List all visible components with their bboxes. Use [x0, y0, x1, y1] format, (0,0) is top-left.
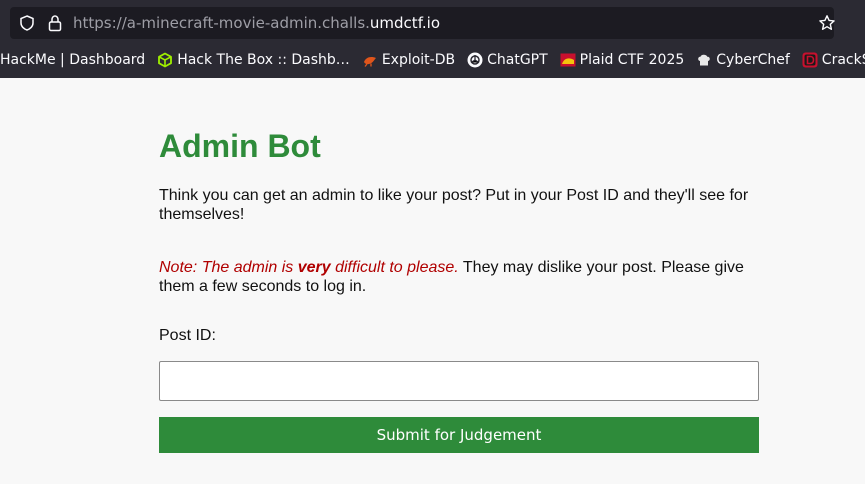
bookmark-label: CyberChef — [716, 52, 790, 68]
url-text[interactable]: https://a-minecraft-movie-admin.challs.u… — [73, 14, 440, 32]
bookmark-label: Plaid CTF 2025 — [579, 52, 685, 68]
url-prefix: https://a-minecraft-movie-admin.challs. — [73, 14, 370, 32]
bookmark-hackthebox[interactable]: Hack The Box :: Dashb… — [157, 52, 350, 68]
bookmark-cyberchef[interactable]: CyberChef — [696, 52, 790, 68]
crackstation-icon — [802, 52, 818, 68]
page-content: Admin Bot Think you can get an admin to … — [0, 78, 865, 484]
bookmark-plaid-ctf[interactable]: Plaid CTF 2025 — [560, 52, 685, 68]
bookmark-crackstation[interactable]: CrackStation — [802, 52, 865, 68]
note-emphasis: very — [297, 259, 331, 276]
post-id-input[interactable] — [159, 361, 759, 401]
chatgpt-icon — [467, 52, 483, 68]
bookmark-hackme[interactable]: HackMe | Dashboard — [0, 52, 145, 68]
url-bar[interactable]: https://a-minecraft-movie-admin.challs.u… — [10, 7, 836, 39]
bookmarks-bar: HackMe | Dashboard Hack The Box :: Dashb… — [0, 48, 865, 72]
cyberchef-icon — [698, 54, 711, 66]
note-prefix: Note: The admin is — [159, 259, 298, 276]
bookmark-label: ChatGPT — [487, 52, 548, 68]
note-suffix: difficult to please. — [330, 259, 459, 276]
plaid-ctf-icon — [560, 53, 576, 67]
exploit-db-icon — [363, 57, 376, 67]
shield-icon[interactable] — [19, 15, 35, 31]
post-id-label: Post ID: — [159, 327, 216, 344]
bookmark-label: HackMe | Dashboard — [0, 52, 146, 68]
bookmark-star-icon[interactable] — [818, 14, 836, 32]
url-domain: umdctf.io — [369, 14, 440, 32]
page-title: Admin Bot — [159, 128, 321, 164]
browser-chrome: https://a-minecraft-movie-admin.challs.u… — [0, 0, 865, 78]
bookmark-exploit-db[interactable]: Exploit-DB — [362, 52, 455, 68]
intro-text: Think you can get an admin to like your … — [159, 187, 749, 223]
htb-cube-icon — [158, 52, 173, 68]
note-text: Note: The admin is very difficult to ple… — [159, 258, 759, 296]
bookmark-label: Exploit-DB — [381, 52, 456, 68]
lock-icon[interactable] — [47, 14, 63, 32]
bookmark-chatgpt[interactable]: ChatGPT — [467, 52, 548, 68]
note-warning: Note: The admin is very difficult to ple… — [159, 259, 459, 276]
bookmark-label: CrackStation — [821, 52, 865, 68]
bookmark-label: Hack The Box :: Dashb… — [177, 52, 350, 68]
submit-button[interactable]: Submit for Judgement — [159, 417, 759, 453]
